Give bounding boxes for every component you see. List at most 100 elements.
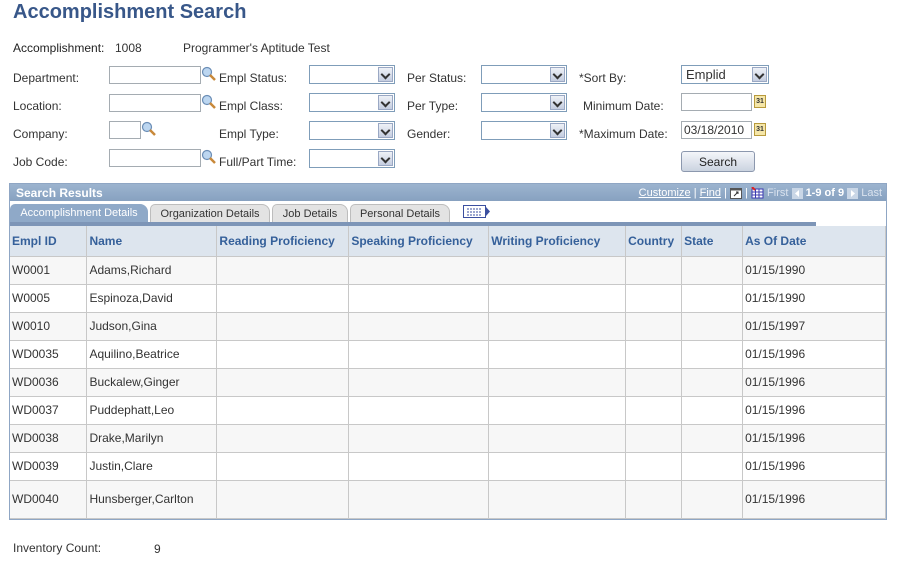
chevron-down-icon[interactable] [378,151,393,166]
new-window-icon[interactable] [730,187,742,199]
grid-header: Search Results Customize | Find | | Firs… [10,184,886,201]
cell-name: Adams,Richard [86,256,218,285]
header-row: Empl ID Name Reading Proficiency Speakin… [10,226,886,257]
chevron-down-icon[interactable] [378,123,393,138]
cell-country [625,480,683,519]
cell-reading-proficiency [216,368,350,397]
column-header-reading-proficiency[interactable]: Reading Proficiency [216,226,350,257]
cell-writing-proficiency [488,424,627,453]
job-code-lookup-icon[interactable] [201,149,217,165]
empl-class-select[interactable] [309,93,395,112]
tab-job-details[interactable]: Job Details [272,204,348,222]
cell-speaking-proficiency [348,480,490,519]
company-lookup-icon[interactable] [141,121,157,137]
table-row: W0010 Judson,Gina 01/15/1997 [10,312,886,341]
cell-empl-id: WD0036 [10,368,88,397]
cell-name: Buckalew,Ginger [86,368,218,397]
first-link[interactable]: First [767,187,788,199]
maximum-date-input[interactable] [681,121,752,139]
gender-select[interactable] [481,121,567,140]
column-header-name[interactable]: Name [86,226,218,257]
chevron-down-icon[interactable] [550,95,565,110]
cell-reading-proficiency [216,312,350,341]
download-grid-icon[interactable] [751,187,764,199]
column-header-speaking-proficiency[interactable]: Speaking Proficiency [348,226,490,257]
full-part-time-label: Full/Part Time: [219,155,297,169]
last-link[interactable]: Last [861,187,882,199]
cell-reading-proficiency [216,284,350,313]
cell-country [625,368,683,397]
cell-writing-proficiency [488,284,627,313]
chevron-down-icon[interactable] [550,123,565,138]
accomplishment-description: Programmer's Aptitude Test [183,41,330,55]
table-row: WD0035 Aquilino,Beatrice 01/15/1996 [10,340,886,369]
search-results-grid: Search Results Customize | Find | | Firs… [9,183,887,520]
cell-name: Puddephatt,Leo [86,396,218,425]
accomplishment-label: Accomplishment: [13,41,105,55]
maximum-date-label: *Maximum Date: [579,127,668,141]
department-lookup-icon[interactable] [201,66,217,82]
location-input[interactable] [109,94,201,112]
customize-link[interactable]: Customize [639,187,691,199]
cell-as-of-date: 01/15/1996 [742,424,886,453]
cell-writing-proficiency [488,256,627,285]
chevron-down-icon[interactable] [550,67,565,82]
inventory-count-value: 9 [154,542,161,556]
cell-speaking-proficiency [348,452,490,481]
cell-empl-id: WD0038 [10,424,88,453]
location-lookup-icon[interactable] [201,94,217,110]
column-header-as-of-date[interactable]: As Of Date [742,226,886,257]
per-status-select[interactable] [481,65,567,84]
find-link[interactable]: Find [700,187,721,199]
column-header-writing-proficiency[interactable]: Writing Proficiency [488,226,627,257]
show-all-columns-icon[interactable] [463,205,490,218]
tab-organization-details[interactable]: Organization Details [150,204,270,222]
cell-country [625,284,683,313]
cell-name: Hunsberger,Carlton [86,480,218,519]
cell-as-of-date: 01/15/1996 [742,452,886,481]
tab-personal-details[interactable]: Personal Details [350,204,450,222]
empl-status-select[interactable] [309,65,395,84]
column-header-country[interactable]: Country [625,226,683,257]
cell-state [681,340,744,369]
gender-label: Gender: [407,127,451,141]
job-code-input[interactable] [109,149,201,167]
empl-type-select[interactable] [309,121,395,140]
chevron-down-icon[interactable] [378,67,393,82]
full-part-time-select[interactable] [309,149,395,168]
table-row: WD0038 Drake,Marilyn 01/15/1996 [10,424,886,453]
grid-title: Search Results [16,186,103,200]
calendar-icon[interactable]: 31 [754,95,766,108]
grid-tabs: Accomplishment Details Organization Deta… [10,201,886,222]
cell-as-of-date: 01/15/1997 [742,312,886,341]
chevron-down-icon[interactable] [752,67,767,82]
tab-accomplishment-details[interactable]: Accomplishment Details [10,204,148,222]
cell-name: Drake,Marilyn [86,424,218,453]
cell-as-of-date: 01/15/1996 [742,396,886,425]
cell-reading-proficiency [216,480,350,519]
sort-by-select[interactable]: Emplid [681,65,769,84]
minimum-date-label: Minimum Date: [583,99,664,113]
cell-as-of-date: 01/15/1996 [742,480,886,519]
previous-icon[interactable] [791,187,803,199]
next-icon[interactable] [847,187,859,199]
column-header-empl-id[interactable]: Empl ID [10,226,88,257]
sort-by-value: Emplid [686,67,726,82]
per-type-select[interactable] [481,93,567,112]
table-row: WD0040 Hunsberger,Carlton 01/15/1996 [10,480,886,519]
cell-as-of-date: 01/15/1996 [742,368,886,397]
separator: | [693,187,697,199]
chevron-down-icon[interactable] [378,95,393,110]
minimum-date-input[interactable] [681,93,752,111]
cell-reading-proficiency [216,396,350,425]
location-label: Location: [13,99,62,113]
company-input[interactable] [109,121,141,139]
search-button[interactable]: Search [681,151,755,172]
cell-state [681,480,744,519]
department-input[interactable] [109,66,201,84]
calendar-icon[interactable]: 31 [754,123,766,136]
column-header-state[interactable]: State [681,226,744,257]
empl-class-label: Empl Class: [219,99,284,113]
cell-state [681,256,744,285]
cell-state [681,368,744,397]
